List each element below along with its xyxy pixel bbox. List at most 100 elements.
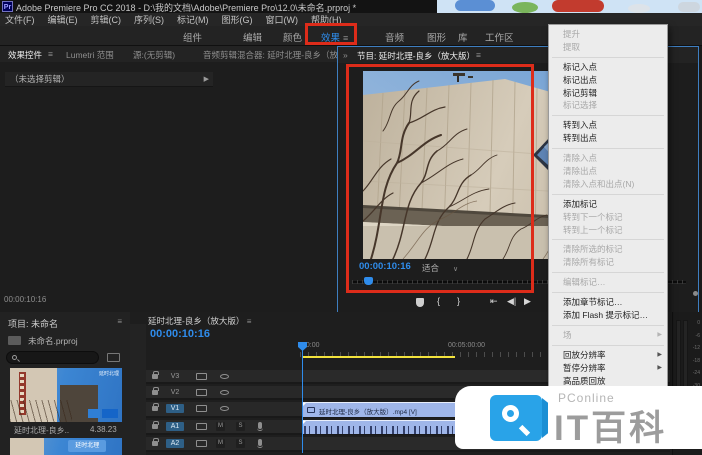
context-menu-item[interactable]: 标记剪辑 ▶ (549, 87, 667, 100)
eye-icon[interactable] (220, 374, 229, 379)
lock-icon[interactable] (152, 406, 158, 411)
menu-clip[interactable]: 剪辑(C) (91, 13, 122, 26)
project-panel-menu-icon[interactable]: ≡ (117, 317, 122, 326)
context-menu-item[interactable]: 添加标记 ▶ (549, 198, 667, 211)
source-track-icon[interactable] (196, 389, 207, 396)
context-menu-item[interactable]: ▶ (549, 342, 667, 349)
workspace-tab-workspaces[interactable]: 工作区 (485, 30, 514, 44)
lock-icon[interactable] (152, 424, 158, 429)
context-menu-item[interactable]: 暂停分辨率 ▶ (549, 362, 667, 375)
context-menu-item[interactable]: 编辑标记… ▶ (549, 276, 667, 289)
program-monitor-menu-icon[interactable]: ≡ (476, 50, 481, 60)
lock-icon[interactable] (152, 441, 158, 446)
context-menu-item[interactable]: ▶ (549, 54, 667, 61)
context-menu-item[interactable]: 清除入点和出点(N) ▶ (549, 178, 667, 191)
context-menu-item[interactable]: ▶ (549, 145, 667, 152)
tab-effect-controls[interactable]: 效果控件 (8, 49, 42, 62)
workspace-tab-editing[interactable]: 编辑 (243, 30, 262, 44)
search-icon (12, 355, 17, 360)
context-menu-item[interactable]: 清除所有标记 ▶ (549, 256, 667, 269)
context-menu-item[interactable]: 添加 Flash 提示标记… ▶ (549, 309, 667, 322)
context-menu-item[interactable]: 转到入点 ▶ (549, 119, 667, 132)
context-menu-item[interactable]: ▶ (549, 112, 667, 119)
track-badge[interactable]: A1 (166, 422, 184, 431)
menu-window[interactable]: 窗口(W) (266, 13, 299, 26)
context-menu-item[interactable]: 回放分辨率 ▶ (549, 349, 667, 362)
context-menu-item[interactable]: 标记出点 ▶ (549, 74, 667, 87)
source-track-icon[interactable] (196, 373, 207, 380)
context-menu-item[interactable]: 提升 ▶ (549, 28, 667, 41)
solo-button[interactable]: S (236, 422, 245, 431)
panel-arrow-icon[interactable]: ▶ (204, 72, 209, 87)
context-menu-item[interactable]: 标记选择 ▶ (549, 99, 667, 112)
play-button[interactable]: ▶ (524, 296, 531, 307)
workspace-tab-audio[interactable]: 音频 (385, 30, 404, 44)
context-menu-item[interactable]: ▶ (549, 191, 667, 198)
menu-marker[interactable]: 标记(M) (177, 13, 209, 26)
mute-button[interactable]: M (216, 439, 225, 448)
eye-icon[interactable] (220, 406, 229, 411)
context-menu-item[interactable]: 转到下一个标记 ▶ (549, 211, 667, 224)
mark-in-button[interactable]: { (437, 296, 440, 306)
go-to-in-button[interactable]: ⇤ (490, 296, 498, 307)
tab-audio-clip-mixer[interactable]: 音频剪辑混合器: 延时北理-良乡（放 (203, 49, 337, 61)
context-menu-item[interactable]: ▶ (549, 322, 667, 329)
menu-graphics[interactable]: 图形(G) (222, 13, 253, 26)
context-menu-item[interactable]: 标记入点 ▶ (549, 61, 667, 74)
workspace-tab-libraries[interactable]: 库 (458, 30, 468, 44)
tab-lumetri-scopes[interactable]: Lumetri 范围 (66, 49, 114, 61)
audio-clip[interactable] (302, 420, 455, 434)
project-file-name[interactable]: 未命名.prproj (28, 335, 78, 347)
timeline-playhead-line[interactable] (302, 350, 303, 453)
project-search-input[interactable] (6, 351, 99, 364)
track-badge[interactable]: V3 (166, 372, 184, 381)
lock-icon[interactable] (152, 390, 158, 395)
source-track-icon[interactable] (196, 440, 207, 447)
clip-name-label[interactable]: 延时北理-良乡.. (14, 425, 69, 436)
effect-controls-menu-icon[interactable]: ≡ (48, 49, 53, 59)
context-menu-item[interactable]: 清除入点 ▶ (549, 152, 667, 165)
step-back-button[interactable]: ◀| (507, 296, 516, 307)
menu-sequence[interactable]: 序列(S) (134, 13, 164, 26)
track-badge[interactable]: V2 (166, 388, 184, 397)
lock-icon[interactable] (152, 374, 158, 379)
mic-icon[interactable] (258, 422, 262, 429)
timeline-sequence-tab[interactable]: 延时北理-良乡（放大版） ≡ (148, 315, 251, 327)
context-menu-item[interactable]: 提取 ▶ (549, 41, 667, 54)
video-clip[interactable]: 延时北理-良乡（放大版）.mp4 [V] (302, 402, 455, 417)
mark-out-button[interactable]: } (457, 296, 460, 306)
context-menu-item[interactable]: ▶ (549, 236, 667, 243)
context-menu-item[interactable]: ▶ (549, 269, 667, 276)
workspace-tab-assembly[interactable]: 组件 (183, 30, 202, 44)
context-menu-item[interactable]: 清除所选的标记 ▶ (549, 243, 667, 256)
project-panel-title[interactable]: 项目: 未命名 (8, 317, 58, 330)
solo-button[interactable]: S (236, 439, 245, 448)
workspace-tab-graphics[interactable]: 图形 (427, 30, 446, 44)
context-menu-item[interactable]: ▶ (549, 289, 667, 296)
view-toggle-icon[interactable] (107, 353, 120, 362)
eye-icon[interactable] (220, 390, 229, 395)
workspace-tab-color[interactable]: 颜色 (283, 30, 302, 44)
submenu-arrow-icon: ▶ (657, 329, 662, 342)
mute-button[interactable]: M (216, 422, 225, 431)
mic-icon[interactable] (258, 439, 262, 446)
source-track-icon[interactable] (196, 423, 207, 430)
timeline-menu-icon[interactable]: ≡ (247, 317, 252, 326)
source-track-icon[interactable] (196, 405, 207, 412)
monitor-overflow-icon[interactable]: » (343, 50, 348, 60)
context-menu-item[interactable]: 添加章节标记… ▶ (549, 296, 667, 309)
context-menu-item[interactable]: 清除出点 ▶ (549, 165, 667, 178)
clip-thumbnail-1[interactable]: 延时北理 (10, 368, 122, 422)
clip-thumbnail-2[interactable]: 延时北理 (10, 438, 122, 455)
timeline-timecode[interactable]: 00:00:10:16 (150, 328, 210, 340)
menu-edit[interactable]: 编辑(E) (48, 13, 78, 26)
context-menu-item[interactable]: 转到出点 ▶ (549, 132, 667, 145)
track-badge[interactable]: A2 (166, 439, 184, 448)
track-badge[interactable]: V1 (166, 404, 184, 413)
menu-file[interactable]: 文件(F) (5, 13, 35, 26)
context-menu-item[interactable]: 场 ▶ (549, 329, 667, 342)
tab-source-monitor[interactable]: 源:(无剪辑) (133, 49, 175, 61)
context-menu-item[interactable]: 转到上一个标记 ▶ (549, 224, 667, 237)
tab-program-monitor[interactable]: 节目: 延时北理-良乡（放大版） (357, 50, 475, 63)
add-marker-button[interactable] (416, 298, 424, 307)
